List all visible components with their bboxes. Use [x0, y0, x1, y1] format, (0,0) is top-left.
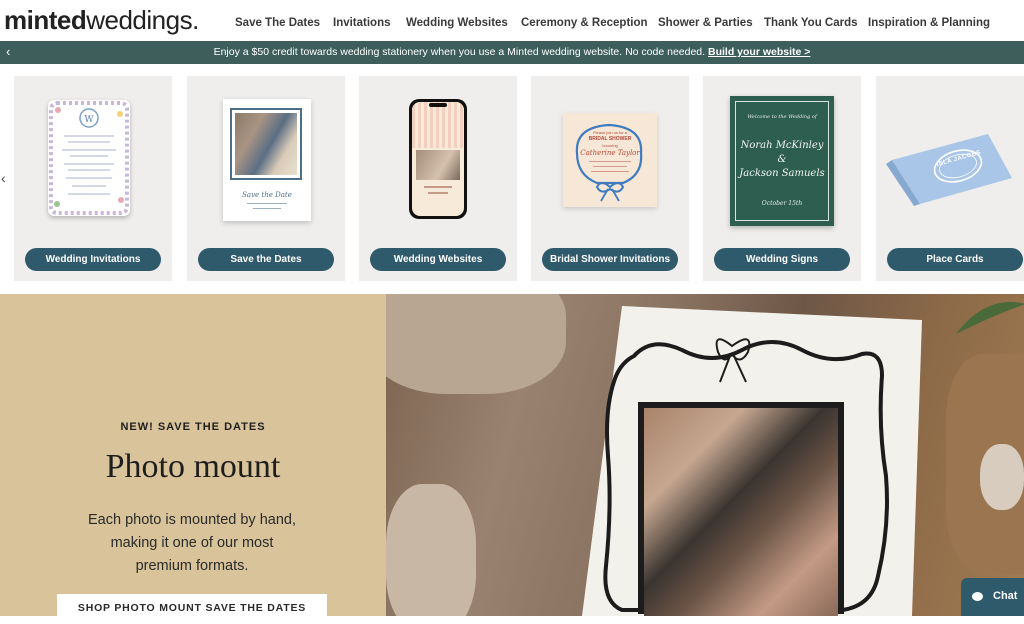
category-label[interactable]: Wedding Invitations — [25, 248, 161, 271]
leaf-icon — [956, 302, 1024, 334]
category-card-wedding-websites[interactable]: Wedding Websites — [359, 76, 517, 281]
promo-link[interactable]: Build your website > — [708, 46, 810, 58]
promo-bar: ‹ Enjoy a $50 credit towards wedding sta… — [0, 41, 1024, 64]
photo-mount-card — [582, 306, 922, 616]
site-header: mintedweddings. Save The Dates Invitatio… — [0, 0, 1024, 44]
couple-photo — [235, 113, 297, 175]
photo-card-icon: Save the Date — [223, 99, 311, 221]
shop-photo-mount-button[interactable]: SHOP PHOTO MOUNT SAVE THE DATES — [57, 594, 327, 624]
shower-line3: honoring — [602, 143, 618, 148]
category-card-place-cards[interactable]: ISLA JACOBS Place Cards — [876, 76, 1024, 281]
nav-shower-parties[interactable]: Shower & Parties — [658, 17, 753, 29]
hero-text-panel: NEW! SAVE THE DATES Photo mount Each pho… — [0, 294, 386, 624]
photo-frame — [230, 108, 302, 180]
category-label[interactable]: Wedding Websites — [370, 248, 506, 271]
category-card-wedding-signs[interactable]: Welcome to the Wedding of Norah McKinley… — [703, 76, 861, 281]
category-label[interactable]: Bridal Shower Invitations — [542, 248, 678, 271]
category-card-bridal-shower[interactable]: Please join us for a BRIDAL SHOWER honor… — [531, 76, 689, 281]
hero-headline: Photo mount — [105, 448, 281, 485]
nav-ceremony-reception[interactable]: Ceremony & Reception — [521, 17, 648, 29]
rock-shape — [386, 294, 566, 394]
website-pattern — [412, 102, 464, 148]
shower-line1: Please join us for a — [592, 130, 628, 135]
logo[interactable]: mintedweddings. — [4, 4, 199, 36]
hero-eyebrow: NEW! SAVE THE DATES — [120, 421, 266, 433]
hero-description: Each photo is mounted by hand, making it… — [88, 512, 296, 574]
svg-text:W: W — [84, 115, 94, 125]
category-label[interactable]: Save the Dates — [198, 248, 334, 271]
promo-text-wrap: Enjoy a $50 credit towards wedding stati… — [0, 46, 1024, 58]
place-card-icon: ISLA JACOBS — [884, 116, 1014, 206]
hero-image — [386, 294, 1024, 616]
std-label: Save the Date — [242, 191, 292, 199]
website-photo — [416, 150, 460, 180]
sign-line4: Jackson Samuels — [739, 168, 825, 179]
carousel-prev-icon[interactable]: ‹ — [1, 170, 6, 186]
couple-photo — [644, 408, 838, 616]
phone-icon — [409, 99, 467, 219]
sign-line2: Norah McKinley — [740, 140, 824, 151]
rock-shape — [386, 484, 476, 616]
sign-icon: Welcome to the Wedding of Norah McKinley… — [730, 96, 834, 226]
category-label[interactable]: Wedding Signs — [714, 248, 850, 271]
bow-card-icon: Please join us for a BRIDAL SHOWER honor… — [563, 113, 657, 207]
nav-save-the-dates[interactable]: Save The Dates — [235, 17, 320, 29]
sign-line1: Welcome to the Wedding of — [747, 114, 817, 120]
promo-text: Enjoy a $50 credit towards wedding stati… — [213, 46, 706, 58]
rock-shape — [980, 444, 1024, 510]
sign-line5: October 15th — [761, 200, 803, 207]
phone-screen — [412, 102, 464, 216]
category-card-wedding-invitations[interactable]: W Wedding Invitations — [14, 76, 172, 281]
invitation-card-icon: W — [48, 100, 130, 216]
shower-line2: BRIDAL SHOWER — [588, 136, 632, 142]
logo-minted: minted — [4, 5, 87, 35]
nav-inspiration-planning[interactable]: Inspiration & Planning — [868, 17, 990, 29]
nav-invitations[interactable]: Invitations — [333, 17, 391, 29]
shower-line4: Catherine Taylor — [580, 149, 640, 157]
chat-bubble-icon — [972, 592, 983, 601]
category-label[interactable]: Place Cards — [887, 248, 1023, 271]
sign-line3: & — [777, 154, 787, 165]
nav-wedding-websites[interactable]: Wedding Websites — [406, 17, 508, 29]
logo-weddings: weddings. — [86, 5, 199, 35]
chat-button[interactable]: Chat — [961, 578, 1024, 616]
category-carousel: ‹ W Wedding Invitations Save the Date Sa… — [0, 64, 1024, 294]
nav-thank-you-cards[interactable]: Thank You Cards — [764, 17, 858, 29]
chat-label: Chat — [993, 590, 1018, 602]
category-card-save-the-dates[interactable]: Save the Date Save the Dates — [187, 76, 345, 281]
